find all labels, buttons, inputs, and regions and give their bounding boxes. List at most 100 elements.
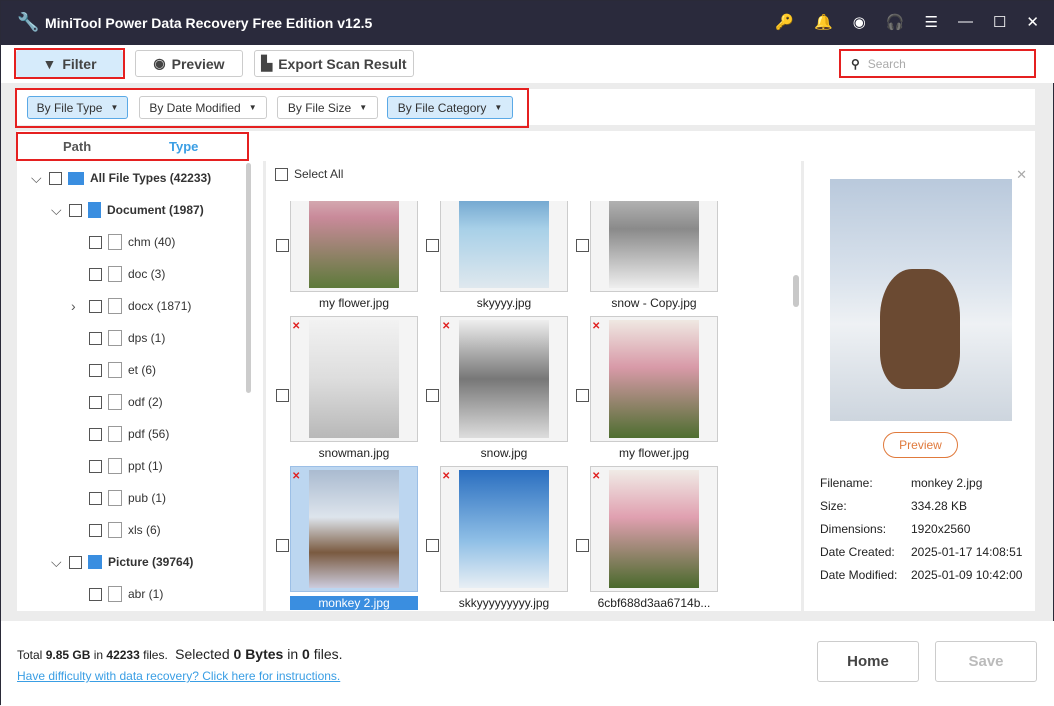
- tree-item[interactable]: ⌵Picture (39764): [51, 552, 193, 572]
- tree-label: ppt (1): [128, 459, 163, 473]
- tree-checkbox[interactable]: [49, 172, 62, 185]
- close-button[interactable]: ✕: [1026, 13, 1039, 31]
- ppt-icon: [108, 458, 122, 474]
- minimize-button[interactable]: —: [958, 13, 973, 31]
- thumbnail[interactable]: [590, 316, 718, 442]
- tree-checkbox[interactable]: [89, 460, 102, 473]
- tree-item[interactable]: doc (3): [71, 264, 165, 284]
- file-checkbox[interactable]: [576, 239, 589, 252]
- expand-arrow-icon[interactable]: ›: [71, 298, 83, 314]
- tree-item[interactable]: dps (1): [71, 328, 165, 348]
- tree-label: et (6): [128, 363, 156, 377]
- t: in: [90, 648, 106, 662]
- thumbnail[interactable]: [440, 201, 568, 292]
- close-preview-icon[interactable]: ✕: [1016, 167, 1027, 183]
- monitor-icon: [68, 172, 84, 185]
- expand-arrow-icon[interactable]: ⌵: [31, 170, 43, 187]
- thumbnail[interactable]: [290, 201, 418, 292]
- expand-arrow-icon[interactable]: ⌵: [51, 202, 63, 219]
- tree-scrollbar[interactable]: [246, 163, 251, 393]
- select-all-checkbox[interactable]: [275, 168, 288, 181]
- tree-checkbox[interactable]: [89, 300, 102, 313]
- select-all-label: Select All: [294, 167, 343, 181]
- thumbnail[interactable]: [590, 201, 718, 292]
- tree-item[interactable]: chm (40): [71, 232, 175, 252]
- info-label: Size:: [820, 499, 847, 513]
- file-checkbox[interactable]: [426, 539, 439, 552]
- tree-item[interactable]: ›docx (1871): [71, 296, 191, 316]
- tree-item[interactable]: pub (1): [71, 488, 166, 508]
- thumbnail[interactable]: [440, 466, 568, 592]
- tree-item[interactable]: ⌵All File Types (42233): [31, 168, 211, 188]
- tree-checkbox[interactable]: [89, 428, 102, 441]
- thumbnail-image: [309, 201, 399, 288]
- tree-checkbox[interactable]: [69, 556, 82, 569]
- save-button[interactable]: Save: [935, 641, 1037, 682]
- file-checkbox[interactable]: [426, 239, 439, 252]
- highlight-box: [16, 132, 249, 161]
- tree-item[interactable]: odf (2): [71, 392, 163, 412]
- app-title: MiniTool Power Data Recovery Free Editio…: [45, 15, 372, 31]
- tree-label: xls (6): [128, 523, 161, 537]
- thumbnail-image: [309, 320, 399, 438]
- document-icon: [88, 202, 101, 218]
- tree-label: chm (40): [128, 235, 175, 249]
- tree-label: pdf (56): [128, 427, 169, 441]
- menu-icon[interactable]: ☰: [925, 13, 938, 31]
- file-checkbox[interactable]: [576, 389, 589, 402]
- thumbnail[interactable]: [290, 466, 418, 592]
- preview-button[interactable]: Preview: [883, 432, 958, 458]
- thumbnail-image: [459, 320, 549, 438]
- t: in: [283, 646, 302, 662]
- expand-arrow-icon[interactable]: ⌵: [51, 554, 63, 571]
- tree-item[interactable]: abr (1): [71, 584, 163, 604]
- tree-checkbox[interactable]: [69, 204, 82, 217]
- home-button[interactable]: Home: [817, 641, 919, 682]
- thumbnail[interactable]: [440, 316, 568, 442]
- tree-checkbox[interactable]: [89, 492, 102, 505]
- tree-item[interactable]: xls (6): [71, 520, 161, 540]
- file-checkbox[interactable]: [276, 239, 289, 252]
- help-link[interactable]: Have difficulty with data recovery? Clic…: [17, 669, 340, 683]
- file-name: 6cbf688d3aa6714b...: [584, 596, 724, 610]
- tree-label: doc (3): [128, 267, 165, 281]
- disc-icon[interactable]: ◉: [853, 13, 866, 31]
- preview-toolbar-button[interactable]: ◉ Preview: [135, 50, 243, 77]
- thumbnail[interactable]: [290, 316, 418, 442]
- picture-icon: [88, 555, 102, 569]
- preview-label: Preview: [172, 56, 225, 72]
- thumbnail[interactable]: [590, 466, 718, 592]
- key-icon[interactable]: 🔑: [775, 13, 794, 31]
- file-grid-body: my flower.jpgskyyyy.jpgsnow - Copy.jpg✕s…: [266, 201, 786, 611]
- file-checkbox[interactable]: [426, 389, 439, 402]
- preview-panel: ✕ Preview Filename:monkey 2.jpgSize:334.…: [804, 161, 1035, 611]
- file-checkbox[interactable]: [576, 539, 589, 552]
- headphones-icon[interactable]: 🎧: [886, 13, 905, 31]
- tree-checkbox[interactable]: [89, 268, 102, 281]
- tree-checkbox[interactable]: [89, 364, 102, 377]
- eye-icon: ◉: [153, 55, 165, 72]
- grid-scrollbar[interactable]: [793, 275, 799, 307]
- tree-checkbox[interactable]: [89, 588, 102, 601]
- tree-checkbox[interactable]: [89, 396, 102, 409]
- tree-checkbox[interactable]: [89, 236, 102, 249]
- tree-checkbox[interactable]: [89, 524, 102, 537]
- tree-item[interactable]: ppt (1): [71, 456, 163, 476]
- tree-item[interactable]: ⌵Document (1987): [51, 200, 204, 220]
- bell-icon[interactable]: 🔔: [814, 13, 833, 31]
- export-scan-result-button[interactable]: ▙Export Scan Result: [254, 50, 414, 77]
- file-type-tree: ⌵All File Types (42233) ⌵Document (1987) c…: [17, 161, 263, 611]
- tree-item[interactable]: pdf (56): [71, 424, 169, 444]
- file-checkbox[interactable]: [276, 539, 289, 552]
- t: files.: [140, 648, 168, 662]
- deleted-mark-icon: ✕: [592, 321, 600, 332]
- select-all[interactable]: Select All: [275, 164, 343, 184]
- tree-item[interactable]: et (6): [71, 360, 156, 380]
- thumbnail-image: [609, 320, 699, 438]
- maximize-button[interactable]: ☐: [993, 13, 1006, 31]
- chm-icon: [108, 234, 122, 250]
- preview-image: [830, 179, 1012, 421]
- tree-checkbox[interactable]: [89, 332, 102, 345]
- info-label: Filename:: [820, 476, 873, 490]
- file-checkbox[interactable]: [276, 389, 289, 402]
